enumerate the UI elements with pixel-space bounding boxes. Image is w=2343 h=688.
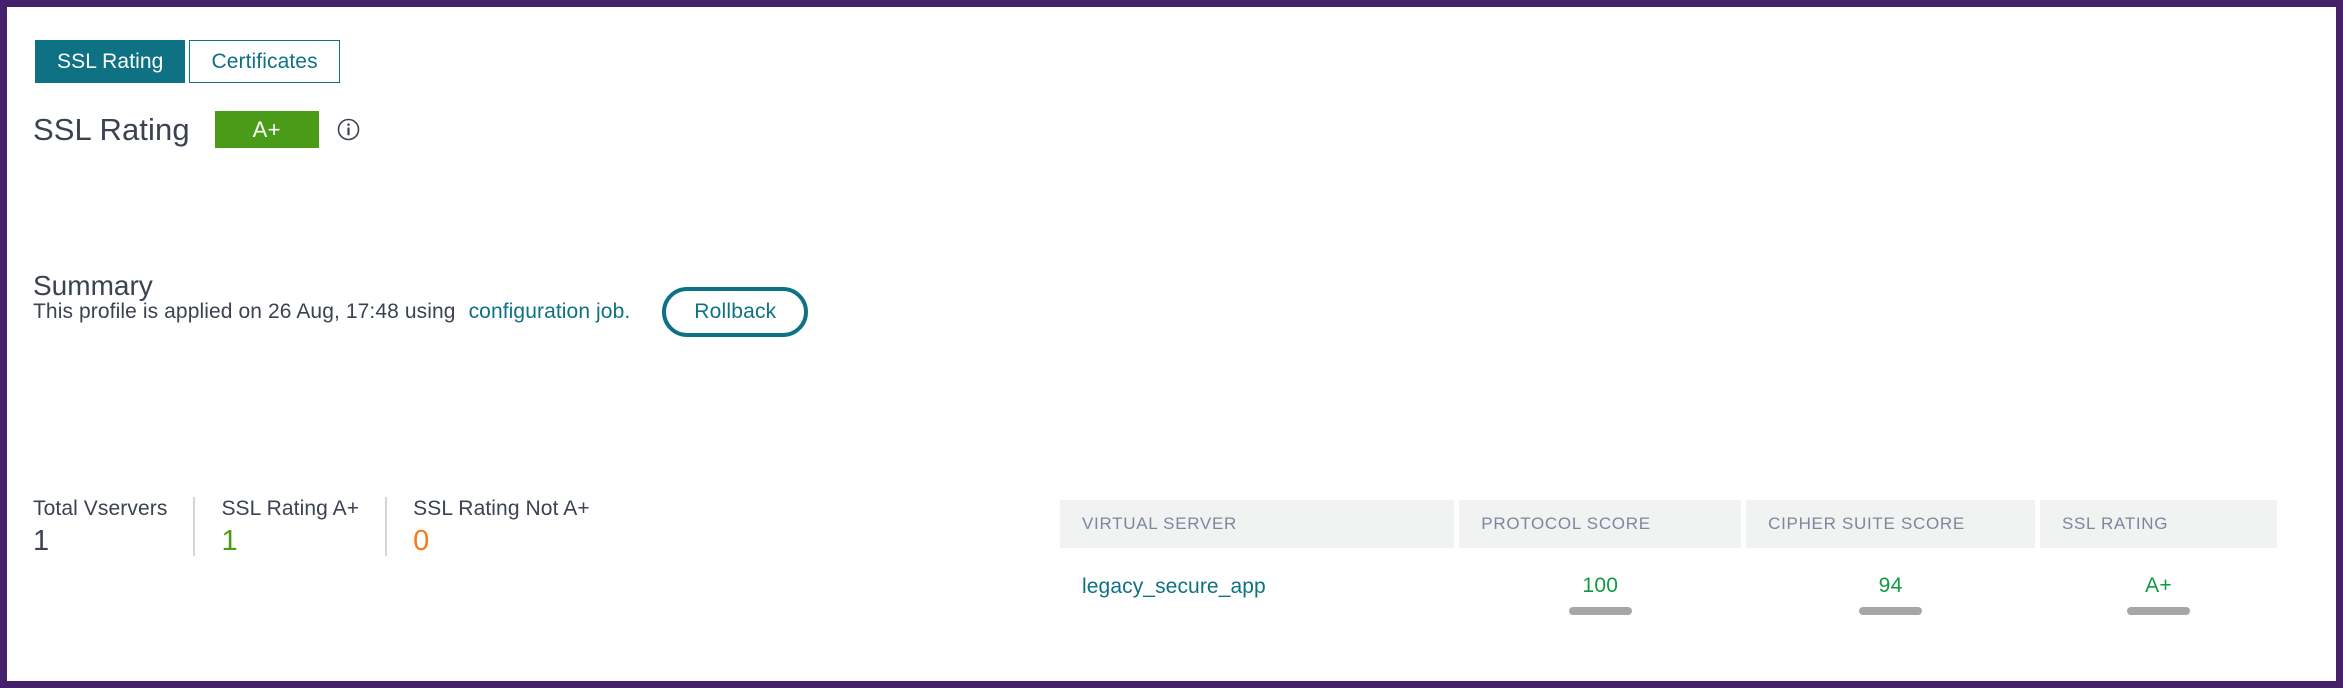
tab-ssl-rating-label: SSL Rating (57, 49, 164, 73)
configuration-job-link[interactable]: configuration job. (469, 300, 631, 324)
cell-protocol-score: 100 (1459, 565, 1741, 615)
tab-bar: SSL Rating Certificates (35, 40, 340, 83)
virtual-server-link[interactable]: legacy_secure_app (1082, 575, 1266, 599)
protocol-score-bar (1568, 607, 1632, 615)
cipher-suite-score-bar (1859, 607, 1923, 615)
ssl-rating-panel: SSL Rating Certificates SSL Rating A+ Th… (7, 7, 2336, 681)
stat-ssl-rating-aplus-label: SSL Rating A+ (221, 497, 360, 520)
protocol-score-value: 100 (1582, 574, 1619, 597)
summary-title: Summary (33, 270, 153, 301)
stat-total-vservers-label: Total Vservers (33, 497, 168, 520)
ssl-rating-badge: A+ (214, 111, 319, 148)
profile-applied-text: This profile is applied on 26 Aug, 17:48… (33, 300, 456, 323)
stat-total-vservers: Total Vservers 1 (33, 497, 193, 556)
vserver-table: VIRTUAL SERVER PROTOCOL SCORE CIPHER SUI… (1060, 500, 2278, 615)
tab-certificates-label: Certificates (211, 49, 318, 73)
cell-cipher-suite-score: 94 (1746, 565, 2035, 615)
rollback-button[interactable]: Rollback (662, 287, 809, 337)
stat-ssl-rating-aplus: SSL Rating A+ 1 (193, 497, 385, 556)
column-header-protocol-score[interactable]: PROTOCOL SCORE (1459, 500, 1742, 548)
column-header-virtual-server[interactable]: VIRTUAL SERVER (1060, 500, 1455, 548)
stat-total-vservers-value: 1 (33, 525, 50, 557)
table-row: legacy_secure_app 100 94 A+ (1060, 565, 2277, 615)
column-header-ssl-rating[interactable]: SSL RATING (2039, 500, 2278, 548)
app-window: SSL Rating Certificates SSL Rating A+ Th… (0, 0, 2343, 688)
column-header-cipher-suite-score[interactable]: CIPHER SUITE SCORE (1746, 500, 2035, 548)
table-header-row: VIRTUAL SERVER PROTOCOL SCORE CIPHER SUI… (1060, 500, 2278, 548)
page-title: SSL Rating (33, 111, 190, 147)
stat-ssl-rating-not-aplus: SSL Rating Not A+ 0 (385, 497, 616, 556)
cell-ssl-rating: A+ (2040, 565, 2277, 615)
summary-stats: Total Vservers 1 SSL Rating A+ 1 SSL Rat… (33, 497, 616, 556)
stat-ssl-rating-not-aplus-value: 0 (413, 525, 430, 557)
cell-virtual-server: legacy_secure_app (1060, 565, 1454, 615)
stat-ssl-rating-aplus-value: 1 (221, 525, 238, 557)
stat-ssl-rating-not-aplus-label: SSL Rating Not A+ (413, 497, 590, 520)
tab-certificates[interactable]: Certificates (189, 40, 340, 83)
ssl-rating-bar (2127, 607, 2191, 615)
tab-ssl-rating[interactable]: SSL Rating (35, 40, 186, 83)
cipher-suite-score-value: 94 (1878, 574, 1903, 597)
ssl-rating-value: A+ (2145, 574, 2172, 597)
ssl-rating-header: SSL Rating A+ (33, 111, 360, 148)
info-circle-icon[interactable] (337, 118, 360, 141)
